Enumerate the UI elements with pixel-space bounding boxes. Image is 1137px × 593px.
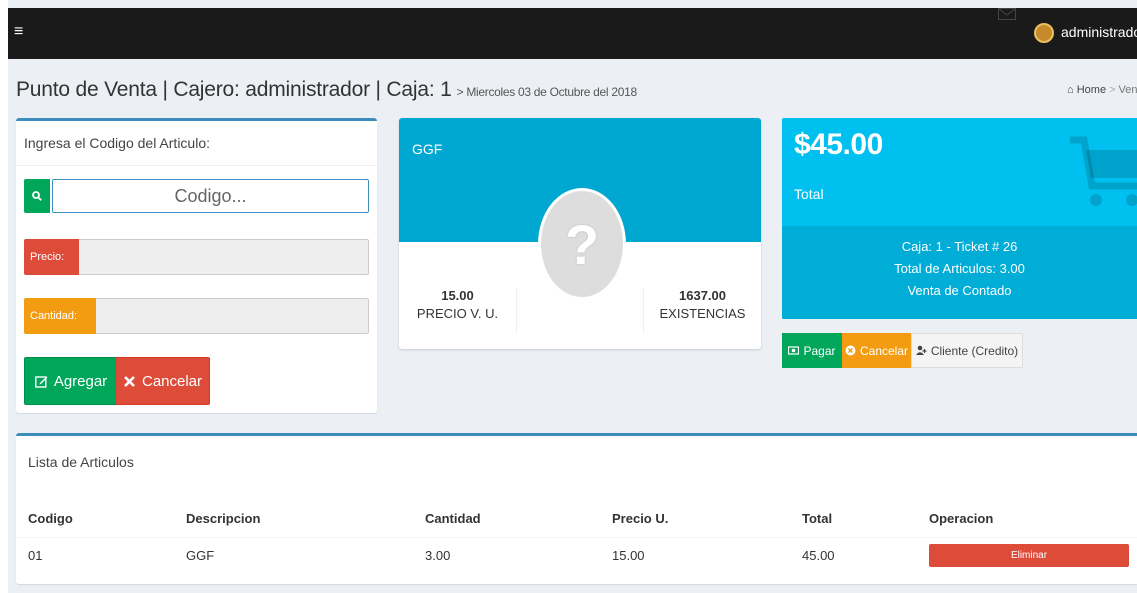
product-widget: GGF ? 15.00 PRECIO V. U. 1637.00 EXISTEN… [399,118,761,349]
price-field: Precio: [24,239,369,275]
cancel-button[interactable]: Cancelar [115,357,210,405]
column-header: Total [802,511,833,526]
breadcrumb-home[interactable]: Home [1077,84,1106,96]
envelope-icon[interactable] [998,8,1016,23]
product-image-placeholder: ? [538,188,626,300]
quantity-field: Cantidad: [24,298,369,334]
edit-icon [34,375,48,388]
page-date: > Miercoles 03 de Octubre del 2018 [456,85,638,99]
table-row: 01 GGF 3.00 15.00 45.00 Eliminar [16,537,1137,573]
page-title: Punto de Venta | Cajero: administrador |… [16,78,452,101]
entry-title: Ingresa el Codigo del Articulo: [24,135,210,151]
items-count: Total de Articulos: 3.00 [894,261,1025,276]
page-header: Punto de Venta | Cajero: administrador |… [16,78,637,102]
delete-item-button[interactable]: Eliminar [929,544,1129,567]
breadcrumb-separator: > [1109,84,1116,96]
quantity-label: Cantidad: [24,298,96,334]
cell-cantidad: 3.00 [425,548,451,563]
quantity-input[interactable] [96,298,369,334]
unit-price-value: 15.00 [441,288,474,303]
unit-price-stat: 15.00 PRECIO V. U. [399,288,517,333]
cell-descripcion: GGF [186,548,215,563]
column-header: Descripcion [186,511,261,526]
column-header: Operacion [929,511,994,526]
cancel-sale-label: Cancelar [859,343,909,358]
table-header: Codigo Descripcion Cantidad Precio U. To… [16,501,1137,537]
shopping-cart-icon [1070,136,1137,206]
price-label: Precio: [24,239,79,275]
user-plus-icon [915,345,927,355]
sale-type: Venta de Contado [907,283,1012,298]
stock-stat: 1637.00 EXISTENCIAS [643,288,761,333]
cell-precio: 15.00 [612,548,645,563]
total-amount: $45.00 [794,128,883,161]
client-credit-label: Cliente (Credito) [930,343,1019,358]
article-list-box: Lista de Articulos Codigo Descripcion Ca… [16,433,1137,584]
total-label: Total [794,186,824,202]
page-edge [0,0,8,593]
client-credit-button[interactable]: Cliente (Credito) [911,333,1023,368]
column-header: Cantidad [425,511,481,526]
stock-label: EXISTENCIAS [659,306,746,321]
stock-value: 1637.00 [679,288,726,303]
total-widget: $45.00 Total Caja: 1 - Ticket # 26 Total… [782,118,1137,319]
user-menu[interactable]: administrador [1061,24,1137,40]
home-icon: ⌂ [1067,84,1074,96]
divider [16,165,377,166]
total-details: Caja: 1 - Ticket # 26 Total de Articulos… [782,226,1137,319]
cancel-sale-button[interactable]: Cancelar [842,333,911,368]
price-input[interactable] [79,239,369,275]
cell-total: 45.00 [802,548,835,563]
close-icon [124,375,135,387]
code-input[interactable] [52,179,369,213]
menu-toggle-icon[interactable]: ≡ [14,24,23,40]
add-button-label: Agregar [53,372,108,390]
cancel-button-label: Cancelar [141,372,203,390]
article-table: Codigo Descripcion Cantidad Precio U. To… [16,501,1137,573]
product-name: GGF [412,141,443,157]
column-header: Precio U. [612,511,669,526]
breadcrumb-current: Vent [1118,84,1137,96]
column-header: Codigo [28,511,73,526]
pay-button-label: Pagar [803,343,836,358]
times-circle-icon [845,345,856,356]
search-addon [24,179,50,213]
cell-codigo: 01 [28,548,43,563]
ticket-info: Caja: 1 - Ticket # 26 [901,239,1018,254]
list-title: Lista de Articulos [28,454,134,470]
article-entry-box: Ingresa el Codigo del Articulo: Precio: … [16,118,377,413]
breadcrumb: ⌂ Home>Vent [1067,84,1137,96]
pay-button[interactable]: Pagar [782,333,842,368]
search-icon [32,191,42,201]
question-icon: ? [564,212,600,276]
add-button[interactable]: Agregar [24,357,118,405]
user-avatar[interactable] [1034,23,1054,43]
unit-price-label: PRECIO V. U. [416,306,499,321]
money-icon [788,346,800,355]
top-navbar: ≡ administrador [8,8,1137,59]
